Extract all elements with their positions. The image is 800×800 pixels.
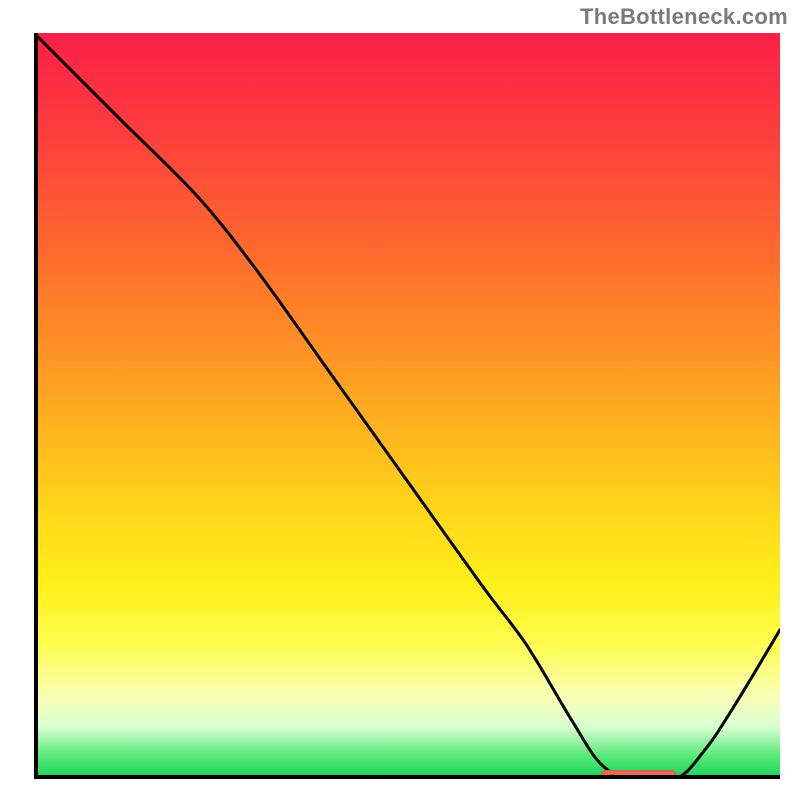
chart-container: TheBottleneck.com [0, 0, 800, 800]
heatmap-gradient [34, 33, 780, 779]
attribution-text: TheBottleneck.com [580, 4, 788, 30]
plot-area [34, 33, 780, 779]
optimal-range-marker [601, 770, 676, 778]
